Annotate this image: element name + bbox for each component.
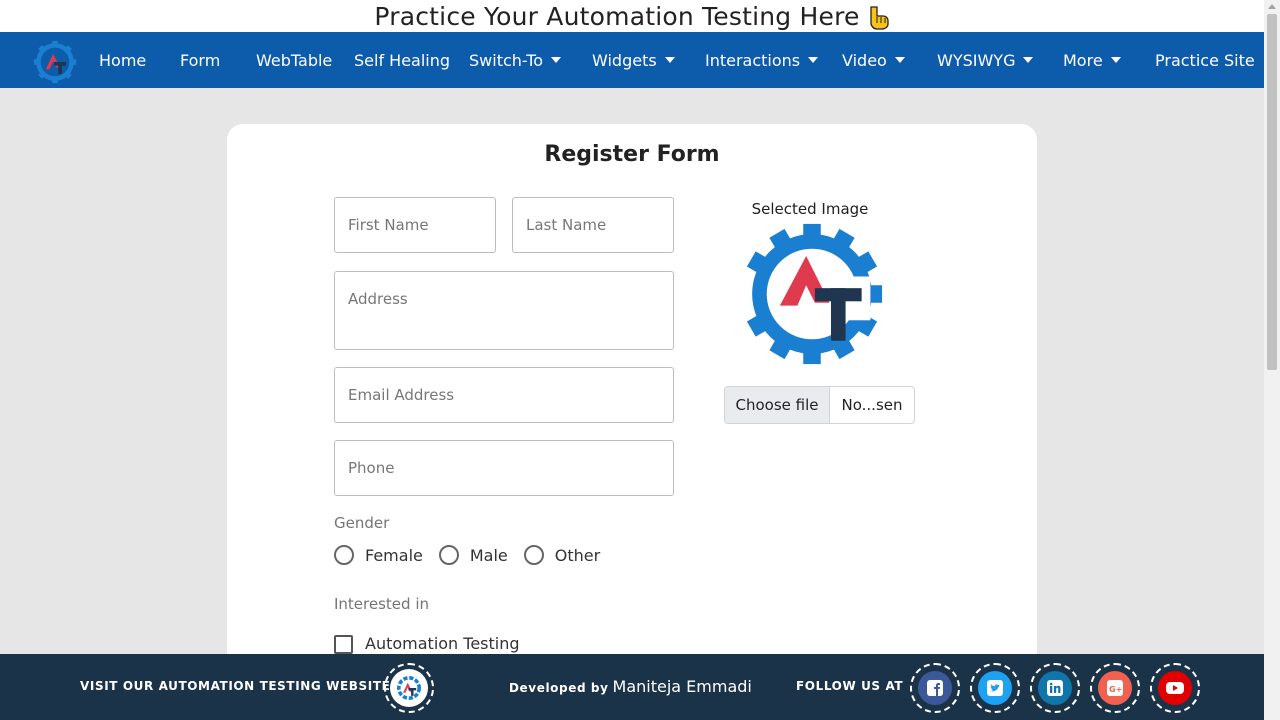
- phone-input[interactable]: [334, 440, 674, 496]
- nav-video[interactable]: Video: [842, 32, 905, 88]
- nav-switch-to[interactable]: Switch-To: [469, 32, 562, 88]
- nav-home[interactable]: Home: [99, 32, 146, 88]
- selected-image-label: Selected Image: [751, 200, 869, 218]
- facebook-link[interactable]: [910, 663, 960, 713]
- scroll-up-arrow-icon[interactable]: [1268, 4, 1276, 9]
- file-name-text: No...sen: [841, 396, 903, 414]
- chevron-down-icon: [1110, 57, 1121, 63]
- scrollbar-thumb[interactable]: [1267, 14, 1277, 370]
- last-name-input[interactable]: [512, 197, 674, 253]
- automation-testing-label[interactable]: Automation Testing: [365, 634, 520, 653]
- linkedin-link[interactable]: [1030, 663, 1080, 713]
- nav-webtable[interactable]: WebTable: [256, 32, 332, 88]
- nav-widgets[interactable]: Widgets: [592, 32, 675, 88]
- gender-male-radio[interactable]: [438, 545, 459, 565]
- google-plus-link[interactable]: G+: [1090, 663, 1140, 713]
- interested-in-label: Interested in: [334, 595, 429, 613]
- chevron-down-icon: [1023, 57, 1034, 63]
- footer-website-link[interactable]: [384, 663, 434, 713]
- address-input[interactable]: [334, 271, 674, 350]
- main-navbar: Home Form WebTable Self Healing Switch-T…: [0, 32, 1264, 88]
- nav-self-healing[interactable]: Self Healing: [354, 32, 450, 88]
- gender-other-radio[interactable]: [523, 545, 544, 565]
- form-title: Register Form: [544, 142, 720, 167]
- chevron-down-icon: [664, 57, 675, 63]
- youtube-icon: [1158, 671, 1192, 705]
- nav-interactions[interactable]: Interactions: [705, 32, 819, 88]
- facebook-icon: [918, 671, 952, 705]
- nav-more[interactable]: More: [1063, 32, 1121, 88]
- google-plus-icon: G+: [1098, 671, 1132, 705]
- gender-female-label[interactable]: Female: [365, 546, 423, 565]
- chevron-down-icon: [894, 57, 905, 63]
- chevron-down-icon: [808, 57, 819, 63]
- developer-name: Maniteja Emmadi: [612, 677, 752, 696]
- register-form-card: Register Form Gender Female Male Other I…: [227, 124, 1037, 684]
- nav-form[interactable]: Form: [180, 32, 220, 88]
- nav-practice-site[interactable]: Practice Site: [1155, 32, 1255, 88]
- image-file-input[interactable]: Choose file No...sen: [724, 386, 915, 424]
- page-scrollbar[interactable]: [1264, 0, 1280, 720]
- svg-text:G+: G+: [1109, 685, 1122, 694]
- gender-label: Gender: [334, 514, 390, 532]
- gender-radio-group: Female Male Other: [334, 545, 616, 565]
- site-logo-icon[interactable]: [32, 39, 78, 85]
- visit-website-text: VISIT OUR AUTOMATION TESTING WEBSITE AT: [80, 679, 413, 693]
- developed-by-text: Developed by Maniteja Emmadi: [509, 677, 752, 696]
- gender-male-label[interactable]: Male: [470, 546, 508, 565]
- nav-wysiwyg[interactable]: WYSIWYG: [937, 32, 1034, 88]
- youtube-link[interactable]: [1150, 663, 1200, 713]
- banner-title: Practice Your Automation Testing Here: [374, 2, 889, 31]
- developed-by-label: Developed by: [509, 681, 609, 695]
- footer-logo-icon: [390, 669, 428, 707]
- first-name-input[interactable]: [334, 197, 496, 253]
- twitter-link[interactable]: [970, 663, 1020, 713]
- banner-title-text: Practice Your Automation Testing Here: [374, 1, 860, 31]
- gender-other-label[interactable]: Other: [555, 546, 600, 565]
- top-banner: Practice Your Automation Testing Here: [0, 0, 1264, 32]
- automation-testing-checkbox[interactable]: [334, 635, 353, 654]
- choose-file-button[interactable]: Choose file: [725, 387, 830, 423]
- gender-female-radio[interactable]: [334, 545, 354, 565]
- selected-image-preview: [746, 223, 883, 365]
- linkedin-icon: [1038, 671, 1072, 705]
- email-input[interactable]: [334, 367, 674, 423]
- follow-us-text: FOLLOW US AT: [796, 679, 904, 693]
- pointing-hand-icon: [869, 5, 889, 30]
- chevron-down-icon: [551, 57, 562, 63]
- twitter-icon: [978, 671, 1012, 705]
